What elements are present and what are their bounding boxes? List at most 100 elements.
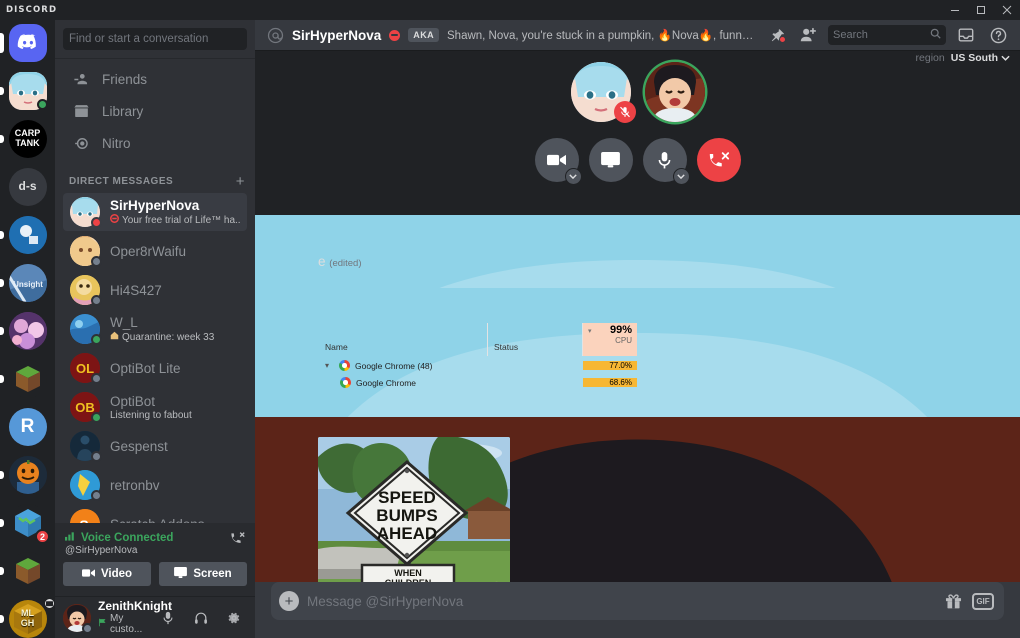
minimize-icon[interactable] [942,0,968,20]
dm-item-optibot-lite[interactable]: OL OptiBot Lite [63,349,247,387]
dm-text: SirHyperNova Your free trial of Life™ ha… [110,198,240,226]
disconnect-call-icon[interactable] [229,531,245,552]
voice-region-selector[interactable]: region US South [916,52,1010,64]
username: ZenithKnight [98,600,148,614]
server-item-purple-anime[interactable] [0,310,55,351]
inbox-icon[interactable] [954,23,978,47]
sidebar-item-friends[interactable]: Friends [63,64,247,94]
dm-item-oper8rwaifu[interactable]: Oper8rWaifu [63,232,247,270]
aka-nicknames: Shawn, Nova, you're stuck in a pumpkin, … [447,28,756,42]
dm-item-scratch-addons[interactable]: S Scratch Addons [63,505,247,523]
add-attachment-icon[interactable]: + [279,591,299,611]
message-input[interactable]: Message @SirHyperNova [307,594,934,609]
dm-item-hi4s427[interactable]: Hi4S427 [63,271,247,309]
svg-text:SPEED: SPEED [378,488,436,507]
server-item-minecraft-2[interactable] [0,550,55,591]
server-item-minecraft-1[interactable] [0,358,55,399]
dm-item-gespenst[interactable]: Gespenst [63,427,247,465]
friends-icon [71,69,91,89]
server-item-mlgh[interactable]: MLGH [0,598,55,638]
avatar[interactable] [271,215,305,239]
road-sign-photo-embed[interactable]: SPEED BUMPS AHEAD WHEN CHILDREN [318,437,510,582]
server-item-anime[interactable] [0,70,55,111]
process-name-cell: Google Chrome [319,377,488,388]
server-rail: CARPTANK d-s Unsight [0,20,55,638]
avatar [70,431,100,461]
sort-caret-icon: ▾ [588,327,592,335]
camera-button[interactable] [535,138,579,182]
flag-icon [98,618,107,630]
server-item-ds[interactable]: d-s [0,166,55,207]
sidebar-item-nitro[interactable]: Nitro [63,128,247,158]
server-item-pumpkin[interactable] [0,454,55,495]
taskmanager-col-name[interactable]: Name [319,323,488,356]
hangup-button[interactable] [697,138,741,182]
taskmanager-col-cpu[interactable]: ▾ 99% CPU [583,323,637,356]
status-online-dot [91,334,102,345]
dm-item-w-l[interactable]: W_L Quarantine: week 33 [63,310,247,348]
screenshare-button[interactable] [589,138,633,182]
taskmanager-header-row: Name Status ▾ 99% CPU [319,323,637,357]
avatar [70,470,100,500]
screen-button[interactable]: Screen [159,562,247,586]
dm-item-optibot[interactable]: OB OptiBot Listening to fabout [63,388,247,426]
planet-icon: Unsight [9,264,47,302]
taskmanager-col-status[interactable]: Status [488,323,583,356]
gift-icon[interactable] [942,590,964,612]
server-item-r[interactable]: R [0,406,55,447]
dm-name: Hi4S427 [110,283,240,298]
camera-icon [82,568,95,581]
search-container: Find or start a conversation [55,20,255,58]
sidebar-item-library[interactable]: Library [63,96,247,126]
avatar[interactable] [271,420,305,454]
dm-name: OptiBot [110,394,240,409]
server-item-home[interactable] [0,22,55,63]
pin-unread-dot [779,36,786,43]
dm-text: Gespenst [110,439,240,454]
video-button[interactable]: Video [63,562,151,586]
server-item-unsight[interactable]: Unsight [0,262,55,303]
status-online-dot [91,412,102,423]
status-offline-dot [82,623,93,634]
maximize-icon[interactable] [968,0,994,20]
call-participant-sirhypernova[interactable] [571,62,631,122]
composer-box[interactable]: + Message @SirHyperNova GIF [271,582,1004,620]
gear-icon[interactable] [221,605,247,631]
microphone-icon[interactable] [155,605,181,631]
search-input[interactable]: Search [828,25,946,45]
message-zenithknight: ZenithKnight 10/21/2020 [255,417,1020,582]
close-icon[interactable] [994,0,1020,20]
mlgh-icon: MLGH [9,600,47,638]
cpu-total-percent: 99% [610,324,632,336]
user-info[interactable]: ZenithKnight My custo... [98,600,148,636]
chevron-down-icon[interactable] [565,168,582,185]
edited-marker: (edited) [329,258,361,269]
expand-caret-icon[interactable]: ▾ [325,361,334,370]
call-participant-zenithknight[interactable] [645,62,705,122]
server-item-carp-tank[interactable]: CARPTANK [0,118,55,159]
help-icon[interactable] [986,23,1010,47]
server-item-earth[interactable]: 2 [0,502,55,543]
server-item-blue-badge[interactable] [0,214,55,255]
nitro-icon [71,133,91,153]
dm-item-retronbv[interactable]: retronbv [63,466,247,504]
blue-badge-icon [9,216,47,254]
message-list[interactable]: this is lagging really bad e (edited) [255,215,1020,582]
pin-icon[interactable] [764,23,788,47]
chevron-down-icon[interactable] [673,168,690,185]
headphones-icon[interactable] [188,605,214,631]
avatar[interactable] [271,305,305,339]
svg-text:S: S [79,517,88,523]
dm-text: Scratch Addons [110,517,240,524]
dm-item-sirhypernova[interactable]: SirHyperNova Your free trial of Life™ ha… [63,193,247,231]
process-name-cell: ▾ Google Chrome (48) [319,360,488,371]
region-value[interactable]: US South [951,52,1010,64]
avatar[interactable] [63,604,91,632]
gif-icon[interactable]: GIF [972,590,994,612]
create-dm-button[interactable]: + [236,174,245,189]
search-input[interactable]: Find or start a conversation [63,28,247,50]
dm-status: Listening to fabout [110,410,240,421]
gif-label: GIF [972,593,993,610]
add-friend-icon[interactable] [796,23,820,47]
microphone-button[interactable] [643,138,687,182]
